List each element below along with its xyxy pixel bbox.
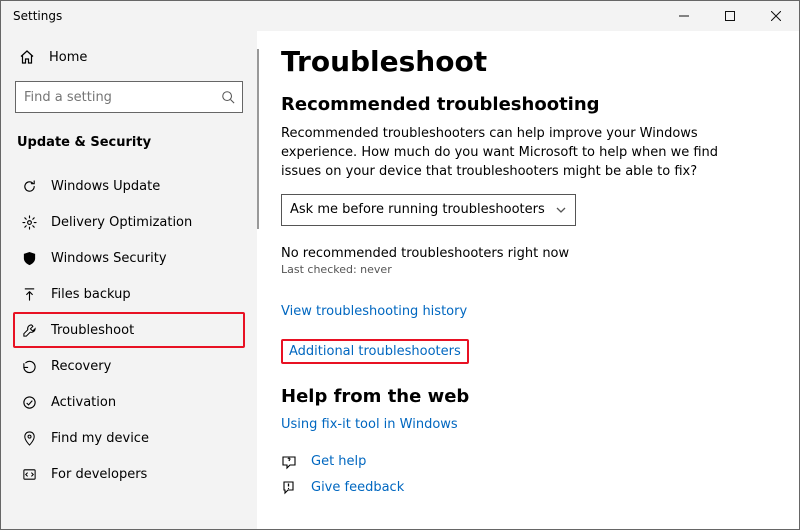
- get-help-row[interactable]: Get help: [281, 454, 777, 470]
- sidebar-item-label: Find my device: [51, 431, 149, 446]
- troubleshoot-preference-dropdown[interactable]: Ask me before running troubleshooters: [281, 194, 576, 226]
- last-checked-text: Last checked: never: [281, 263, 777, 276]
- window-controls: [661, 1, 799, 31]
- sidebar-home-label: Home: [49, 50, 87, 65]
- sidebar-item-windows-security[interactable]: Windows Security: [15, 240, 243, 276]
- sidebar-item-windows-update[interactable]: Windows Update: [15, 168, 243, 204]
- scroll-indicator[interactable]: [257, 49, 259, 229]
- page-title: Troubleshoot: [281, 45, 777, 78]
- activation-icon: [21, 395, 37, 410]
- sidebar-category: Update & Security: [15, 129, 243, 168]
- sidebar-item-troubleshoot[interactable]: Troubleshoot: [13, 312, 245, 348]
- sync-icon: [21, 179, 37, 194]
- developers-icon: [21, 467, 37, 482]
- feedback-icon: [281, 480, 297, 496]
- content-pane: Troubleshoot Recommended troubleshooting…: [257, 31, 799, 529]
- maximize-button[interactable]: [707, 1, 753, 31]
- sidebar-item-recovery[interactable]: Recovery: [15, 348, 243, 384]
- sidebar-item-for-developers[interactable]: For developers: [15, 456, 243, 492]
- sidebar-item-label: Activation: [51, 395, 116, 410]
- optimization-icon: [21, 215, 37, 230]
- minimize-button[interactable]: [661, 1, 707, 31]
- get-help-icon: [281, 454, 297, 470]
- close-button[interactable]: [753, 1, 799, 31]
- search-box[interactable]: [15, 81, 243, 113]
- section-title: Recommended troubleshooting: [281, 94, 777, 115]
- sidebar-item-files-backup[interactable]: Files backup: [15, 276, 243, 312]
- section-text: Recommended troubleshooters can help imp…: [281, 125, 751, 182]
- search-icon: [221, 81, 235, 113]
- recovery-icon: [21, 359, 37, 374]
- sidebar-item-label: Recovery: [51, 359, 111, 374]
- sidebar-item-label: For developers: [51, 467, 147, 482]
- sidebar-item-label: Delivery Optimization: [51, 215, 192, 230]
- sidebar-item-find-my-device[interactable]: Find my device: [15, 420, 243, 456]
- sidebar-item-delivery-optimization[interactable]: Delivery Optimization: [15, 204, 243, 240]
- get-help-link[interactable]: Get help: [311, 454, 366, 469]
- window-title: Settings: [13, 9, 661, 23]
- wrench-icon: [21, 323, 37, 338]
- sidebar-item-label: Windows Security: [51, 251, 167, 266]
- sidebar-item-label: Files backup: [51, 287, 131, 302]
- shield-icon: [21, 251, 37, 266]
- give-feedback-row[interactable]: Give feedback: [281, 480, 777, 496]
- additional-troubleshooters-link[interactable]: Additional troubleshooters: [289, 344, 461, 359]
- fixit-link[interactable]: Using fix-it tool in Windows: [281, 417, 458, 432]
- backup-icon: [21, 287, 37, 302]
- title-bar: Settings: [1, 1, 799, 31]
- sidebar-item-label: Troubleshoot: [51, 323, 134, 338]
- sidebar: Home Update & Security Windows Update De…: [1, 31, 257, 529]
- section-title: Help from the web: [281, 386, 777, 407]
- sidebar-home[interactable]: Home: [15, 39, 243, 75]
- sidebar-item-label: Windows Update: [51, 179, 160, 194]
- view-history-link[interactable]: View troubleshooting history: [281, 304, 467, 319]
- chevron-down-icon: [555, 204, 567, 216]
- location-icon: [21, 431, 37, 446]
- sidebar-item-activation[interactable]: Activation: [15, 384, 243, 420]
- give-feedback-link[interactable]: Give feedback: [311, 480, 404, 495]
- dropdown-value: Ask me before running troubleshooters: [290, 202, 545, 217]
- no-recommended-text: No recommended troubleshooters right now: [281, 246, 777, 261]
- home-icon: [19, 49, 35, 65]
- search-input[interactable]: [15, 81, 243, 113]
